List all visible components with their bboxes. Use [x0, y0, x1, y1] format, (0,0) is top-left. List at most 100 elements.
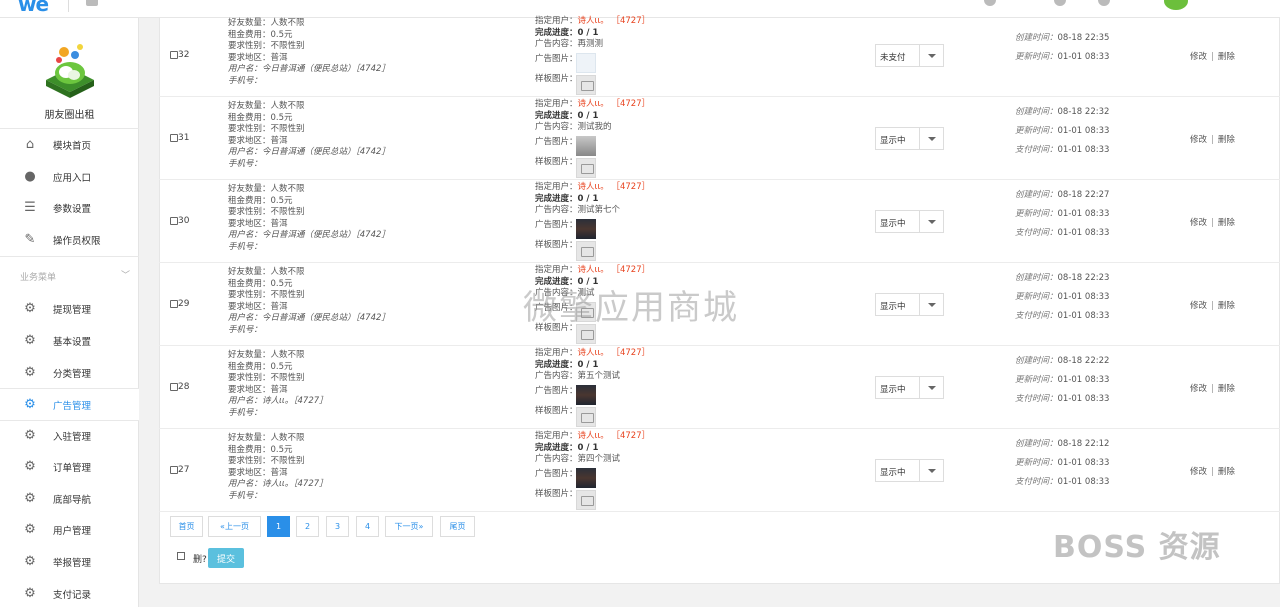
- app-logo-text[interactable]: we: [18, 0, 49, 16]
- ad-image-thumb[interactable]: [576, 53, 596, 73]
- user-icon[interactable]: [1098, 0, 1110, 6]
- app-icon: [46, 44, 94, 98]
- row-checkbox[interactable]: [170, 134, 178, 142]
- row-checkbox[interactable]: [170, 466, 178, 474]
- sidebar-item-orders[interactable]: ⚙ 订单管理: [0, 451, 139, 482]
- sidebar-item-label: 操作员权限: [53, 235, 101, 247]
- sidebar-item-basic-settings[interactable]: ⚙ 基本设置: [0, 325, 139, 356]
- sidebar-item-payments[interactable]: ⚙ 支付记录: [0, 578, 139, 607]
- edit-link[interactable]: 修改: [1190, 301, 1207, 311]
- edit-link[interactable]: 修改: [1190, 52, 1207, 62]
- delete-link[interactable]: 删除: [1218, 467, 1235, 477]
- avatar[interactable]: [1164, 0, 1188, 10]
- sample-image-thumb[interactable]: [576, 490, 596, 510]
- phone-line: 手机号：: [228, 241, 263, 252]
- sample-image-thumb[interactable]: [576, 407, 596, 427]
- submit-button[interactable]: 提交: [208, 548, 244, 568]
- delete-checkbox[interactable]: [177, 552, 185, 560]
- bell-icon[interactable]: [984, 0, 996, 6]
- delete-link[interactable]: 删除: [1218, 301, 1235, 311]
- fee-line: 租金费用：0.5元: [228, 278, 293, 289]
- home-icon[interactable]: [86, 0, 98, 6]
- page-first-button[interactable]: 首页: [170, 516, 203, 537]
- page-4-button[interactable]: 4: [356, 516, 379, 537]
- ad-image-thumb[interactable]: [576, 219, 596, 239]
- friends-line: 好友数量：人数不限: [228, 18, 305, 28]
- sidebar-item-label: 提现管理: [53, 304, 92, 316]
- sidebar-item-settle[interactable]: ⚙ 入驻管理: [0, 420, 139, 451]
- gear-icon: ⚙: [24, 428, 36, 443]
- username-line: 用户名：诗人ιι。［4727］: [228, 479, 328, 489]
- region-line: 要求地区：普洱: [228, 467, 288, 478]
- gender-line: 要求性别：不限性别: [228, 456, 305, 466]
- sidebar-item-bottom-nav[interactable]: ⚙ 底部导航: [0, 483, 139, 514]
- edit-link[interactable]: 修改: [1190, 218, 1207, 228]
- status-select[interactable]: 显示中: [875, 293, 944, 316]
- row-checkbox[interactable]: [170, 383, 178, 391]
- delete-link[interactable]: 删除: [1218, 135, 1235, 145]
- sidebar-item-home[interactable]: ⌂ 模块首页: [0, 129, 139, 160]
- region-line: 要求地区：普洱: [228, 135, 288, 146]
- sample-image-thumb[interactable]: [576, 158, 596, 178]
- ad-image-thumb[interactable]: [576, 385, 596, 405]
- sample-image-thumb[interactable]: [576, 75, 596, 95]
- gear-icon: ⚙: [24, 365, 36, 380]
- status-select[interactable]: 显示中: [875, 459, 944, 482]
- status-value: 显示中: [880, 302, 906, 312]
- page-prev-button[interactable]: «上一页: [208, 516, 261, 537]
- action-separator: |: [1211, 135, 1214, 145]
- gear-icon: ⚙: [24, 301, 36, 316]
- sidebar-item-operators[interactable]: ✎ 操作员权限: [0, 224, 139, 255]
- page-last-button[interactable]: 尾页: [440, 516, 475, 537]
- page-next-button[interactable]: 下一页»: [385, 516, 433, 537]
- sidebar-item-ads[interactable]: ⚙ 广告管理: [0, 389, 139, 420]
- sidebar-item-app-entry[interactable]: ● 应用入口: [0, 161, 139, 192]
- edit-link[interactable]: 修改: [1190, 135, 1207, 145]
- sidebar-item-settings[interactable]: ☰ 参数设置: [0, 192, 139, 223]
- sample-image-thumb[interactable]: [576, 241, 596, 261]
- row-info: 好友数量：人数不限 租金费用：0.5元 要求性别：不限性别 要求地区：普洱 用户名：今日…: [228, 184, 390, 253]
- delete-link[interactable]: 删除: [1218, 218, 1235, 228]
- row-checkbox[interactable]: [170, 300, 178, 308]
- delete-link[interactable]: 删除: [1218, 384, 1235, 394]
- chevron-down-icon: [919, 294, 943, 315]
- action-separator: |: [1211, 301, 1214, 311]
- username-line: 用户名：今日普洱通（便民总站）［4742］: [228, 230, 390, 240]
- status-select[interactable]: 显示中: [875, 127, 944, 150]
- status-select[interactable]: 显示中: [875, 376, 944, 399]
- edit-link[interactable]: 修改: [1190, 467, 1207, 477]
- content-line: 广告内容：第四个测试: [535, 454, 621, 464]
- sidebar-item-label: 分类管理: [53, 368, 92, 380]
- username-line: 用户名：今日普洱通（便民总站）［4742］: [228, 64, 390, 74]
- edit-link[interactable]: 修改: [1190, 384, 1207, 394]
- sidebar-item-users[interactable]: ⚙ 用户管理: [0, 514, 139, 545]
- sidebar-item-label: 基本设置: [53, 336, 92, 348]
- updated-time: 更新时间：01-01 08:33: [1015, 458, 1110, 468]
- ad-image-thumb[interactable]: [576, 468, 596, 488]
- page-1-button[interactable]: 1: [267, 516, 290, 537]
- action-separator: |: [1211, 52, 1214, 62]
- page-2-button[interactable]: 2: [296, 516, 319, 537]
- sidebar-item-reports[interactable]: ⚙ 举报管理: [0, 546, 139, 577]
- created-time: 创建时间：08-18 22:35: [1015, 33, 1110, 43]
- ad-image-thumb[interactable]: [576, 136, 596, 156]
- gender-line: 要求性别：不限性别: [228, 124, 305, 134]
- paid-time: 支付时间：01-01 08:33: [1015, 228, 1110, 238]
- topbar-divider: [68, 0, 69, 12]
- sidebar-item-categories[interactable]: ⚙ 分类管理: [0, 357, 139, 388]
- delete-link[interactable]: 删除: [1218, 52, 1235, 62]
- status-select[interactable]: 显示中: [875, 210, 944, 233]
- progress-line: 完成进度：0 / 1: [535, 359, 599, 370]
- username-line: 用户名：今日普洱通（便民总站）［4742］: [228, 313, 390, 323]
- row-checkbox[interactable]: [170, 217, 178, 225]
- status-value: 显示中: [880, 219, 906, 229]
- sidebar-item-withdraw[interactable]: ⚙ 提现管理: [0, 293, 139, 324]
- row-info: 好友数量：人数不限 租金费用：0.5元 要求性别：不限性别 要求地区：普洱 用户名：今日…: [228, 267, 390, 336]
- status-select[interactable]: 未支付: [875, 44, 944, 67]
- gender-line: 要求性别：不限性别: [228, 41, 305, 51]
- help-icon[interactable]: [1054, 0, 1066, 6]
- page-3-button[interactable]: 3: [326, 516, 349, 537]
- edit-icon: ✎: [24, 232, 36, 247]
- row-checkbox[interactable]: [170, 51, 178, 59]
- chevron-down-icon[interactable]: ﹀: [121, 268, 130, 281]
